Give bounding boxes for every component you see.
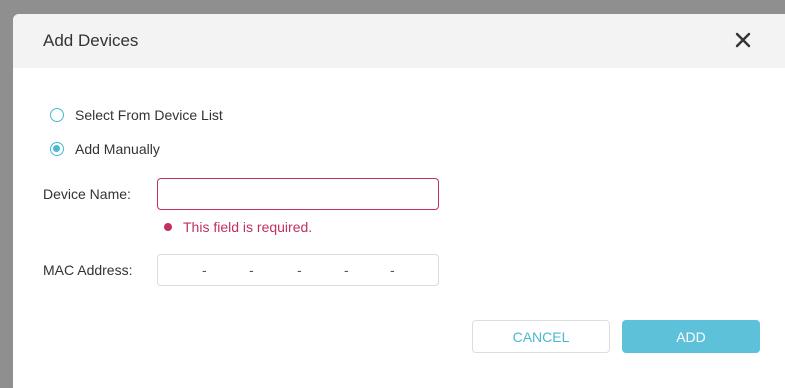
mac-separator: - (344, 262, 349, 278)
device-name-input[interactable] (157, 178, 439, 210)
error-dot-icon (164, 223, 172, 231)
mac-separator: - (297, 262, 302, 278)
option-select-from-list[interactable]: Select From Device List (50, 107, 223, 123)
close-icon[interactable] (731, 28, 755, 52)
option-add-manually-label: Add Manually (75, 141, 160, 157)
mac-separator: - (390, 262, 395, 278)
mac-separator: - (202, 262, 207, 278)
radio-select-from-list[interactable] (50, 108, 64, 122)
cancel-button[interactable]: CANCEL (472, 320, 610, 353)
dialog-header: Add Devices (13, 14, 785, 68)
add-button[interactable]: ADD (622, 320, 760, 353)
device-name-error: This field is required. (164, 219, 312, 235)
mac-separator: - (249, 262, 254, 278)
option-select-from-list-label: Select From Device List (75, 107, 223, 123)
dialog-title: Add Devices (43, 31, 139, 50)
mac-address-input[interactable]: - - - - - (157, 254, 439, 286)
option-add-manually[interactable]: Add Manually (50, 141, 160, 157)
device-name-label: Device Name: (43, 186, 131, 202)
error-message: This field is required. (183, 219, 313, 235)
mac-address-label: MAC Address: (43, 262, 133, 278)
add-devices-dialog: Add Devices Select From Device List Add … (13, 14, 785, 388)
radio-add-manually[interactable] (50, 142, 64, 156)
